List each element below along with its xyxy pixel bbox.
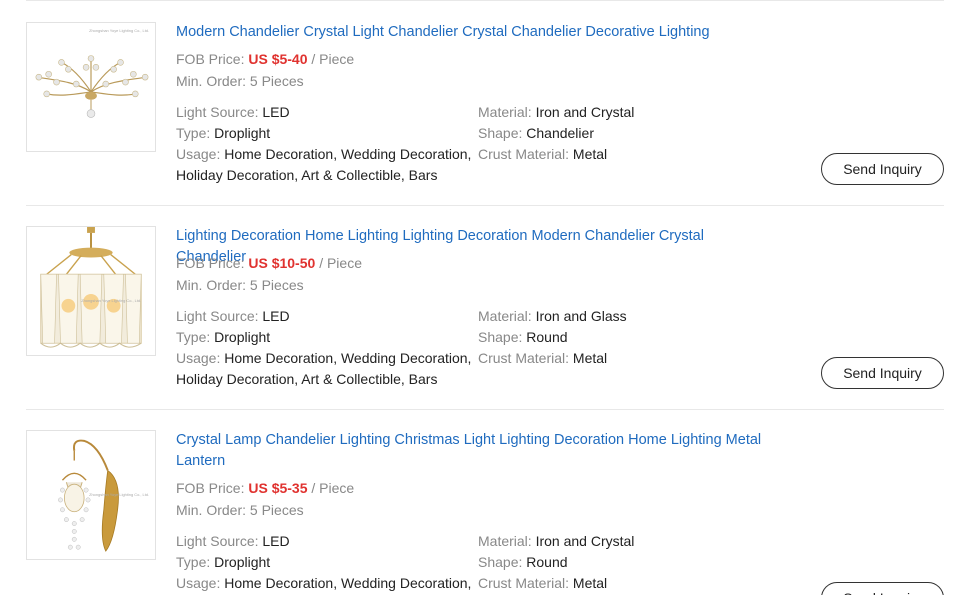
divider [26,205,944,206]
usage-label: Usage: [176,146,221,162]
light-source-label: Light Source: [176,533,259,549]
light-source-value: LED [262,533,290,549]
usage-attr: Usage: Home Decoration, Wedding Decorati… [176,144,476,186]
type-label: Type: [176,329,211,345]
price-line: FOB Price: US $5-40 / Piece [176,49,354,69]
crust-material-value: Metal [572,146,608,162]
min-order-value: 5 Pieces [249,73,304,89]
product-image-wall-lamp[interactable]: Zhongshan Yoye Lighting Co., Ltd. [26,430,156,560]
light-source-attr: Light Source: LED [176,531,290,552]
min-order-line: Min. Order: 5 Pieces [176,71,304,91]
crust-material-attr: Crust Material: Metal [478,573,607,594]
chandelier-photo: Zhongshan Yoye Lighting Co., Ltd. [27,227,155,355]
material-label: Material: [478,533,532,549]
crust-material-attr: Crust Material: Metal [478,144,607,165]
light-source-attr: Light Source: LED [176,102,290,123]
price-value: US $10-50 [248,255,316,271]
usage-value: Home Decoration, Wedding Decoration, Hol… [176,146,472,183]
shape-attr: Shape: Chandelier [478,123,594,144]
min-order-line: Min. Order: 5 Pieces [176,275,304,295]
type-attr: Type: Droplight [176,123,270,144]
shape-label: Shape: [478,125,523,141]
min-order-label: Min. Order: [176,73,247,89]
watermark-text: Zhongshan Yoye Lighting Co., Ltd. [89,28,149,33]
price-value: US $5-40 [248,51,308,67]
shape-attr: Shape: Round [478,552,568,573]
material-attr: Material: Iron and Crystal [478,102,634,123]
material-attr: Material: Iron and Crystal [478,531,634,552]
type-attr: Type: Droplight [176,552,270,573]
light-source-attr: Light Source: LED [176,306,290,327]
wall-lamp-photo: Zhongshan Yoye Lighting Co., Ltd. [27,431,155,559]
light-source-label: Light Source: [176,308,259,324]
material-attr: Material: Iron and Glass [478,306,627,327]
divider [26,0,944,1]
product-title-link[interactable]: Modern Chandelier Crystal Light Chandeli… [176,22,776,43]
send-inquiry-button[interactable]: Send Inquiry [821,153,944,185]
type-value: Droplight [214,554,271,570]
watermark-text: Zhongshan Yoye Lighting Co., Ltd. [89,492,149,497]
price-unit: / Piece [311,480,355,496]
material-label: Material: [478,308,532,324]
material-label: Material: [478,104,532,120]
divider [26,409,944,410]
crust-material-value: Metal [572,575,608,591]
min-order-line: Min. Order: 5 Pieces [176,500,304,520]
light-source-label: Light Source: [176,104,259,120]
light-source-value: LED [262,104,290,120]
fob-label: FOB Price: [176,480,245,496]
product-image-chandelier[interactable]: Zhongshan Yoye Lighting Co., Ltd. [26,226,156,356]
min-order-value: 5 Pieces [249,502,304,518]
min-order-value: 5 Pieces [249,277,304,293]
send-inquiry-button[interactable]: Send Inquiry [821,582,944,595]
light-source-value: LED [262,308,290,324]
min-order-label: Min. Order: [176,502,247,518]
price-unit: / Piece [311,51,355,67]
crust-material-value: Metal [572,350,608,366]
type-value: Droplight [214,329,271,345]
crust-material-label: Crust Material: [478,146,570,162]
shape-value: Round [526,329,568,345]
crust-material-attr: Crust Material: Metal [478,348,607,369]
shape-label: Shape: [478,554,523,570]
usage-label: Usage: [176,575,221,591]
usage-value: Home Decoration, Wedding Decoration, [224,575,472,591]
type-value: Droplight [214,125,271,141]
usage-value: Home Decoration, Wedding Decoration, Hol… [176,350,472,387]
crust-material-label: Crust Material: [478,575,570,591]
product-title-link[interactable]: Crystal Lamp Chandelier Lighting Christm… [176,430,766,472]
shape-label: Shape: [478,329,523,345]
shape-attr: Shape: Round [478,327,568,348]
usage-attr: Usage: Home Decoration, Wedding Decorati… [176,573,476,594]
price-unit: / Piece [319,255,362,271]
fob-label: FOB Price: [176,255,245,271]
shape-value: Chandelier [526,125,594,141]
chandelier-photo: Zhongshan Yoye Lighting Co., Ltd. [27,23,155,151]
usage-attr: Usage: Home Decoration, Wedding Decorati… [176,348,476,390]
shape-value: Round [526,554,568,570]
product-list: Zhongshan Yoye Lighting Co., Ltd. Modern… [0,0,966,595]
material-value: Iron and Crystal [535,533,635,549]
usage-label: Usage: [176,350,221,366]
material-value: Iron and Glass [535,308,627,324]
price-line: FOB Price: US $5-35 / Piece [176,478,354,498]
type-label: Type: [176,554,211,570]
min-order-label: Min. Order: [176,277,247,293]
crust-material-label: Crust Material: [478,350,570,366]
send-inquiry-button[interactable]: Send Inquiry [821,357,944,389]
type-attr: Type: Droplight [176,327,270,348]
product-image-chandelier[interactable]: Zhongshan Yoye Lighting Co., Ltd. [26,22,156,152]
price-value: US $5-35 [248,480,308,496]
fob-label: FOB Price: [176,51,245,67]
material-value: Iron and Crystal [535,104,635,120]
price-line: FOB Price: US $10-50 / Piece [176,253,362,273]
type-label: Type: [176,125,211,141]
watermark-text: Zhongshan Yoye Lighting Co., Ltd. [81,298,141,303]
